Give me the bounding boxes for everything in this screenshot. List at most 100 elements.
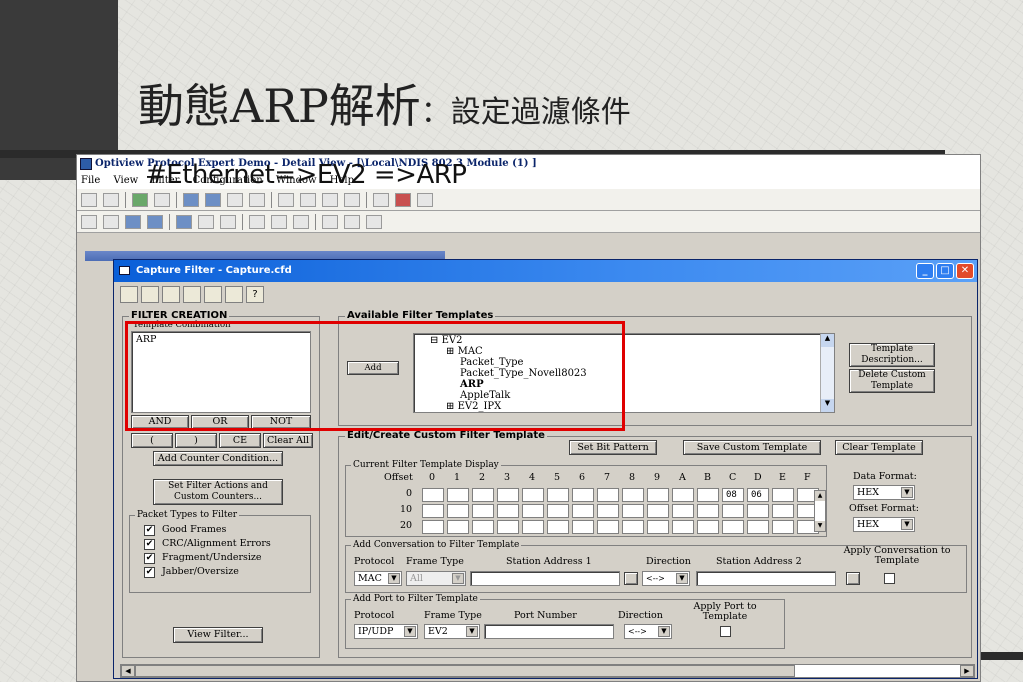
close-button[interactable]: ✕ — [956, 263, 974, 279]
tree-item-ev2[interactable]: ⊟ EV2 — [430, 335, 587, 346]
scroll-thumb[interactable] — [135, 665, 795, 677]
scroll-up-icon[interactable]: ▲ — [821, 334, 834, 347]
offset-cell[interactable] — [697, 520, 719, 534]
fragment-checkbox[interactable]: ✔ — [144, 553, 155, 564]
good-frames-checkbox[interactable]: ✔ — [144, 525, 155, 536]
offset-cell[interactable] — [572, 488, 594, 502]
tree-item-appletalk[interactable]: AppleTalk — [430, 390, 587, 401]
data-format-select[interactable]: HEX ▼ — [853, 485, 915, 500]
tiles-icon[interactable] — [220, 214, 236, 229]
conv-direction-select[interactable]: <--> ▼ — [642, 571, 690, 586]
clock-icon[interactable] — [366, 214, 382, 229]
minimize-button[interactable]: _ — [916, 263, 934, 279]
offset-cell[interactable] — [697, 488, 719, 502]
offset-cell[interactable] — [422, 504, 444, 518]
scroll-right-icon[interactable]: ▶ — [960, 665, 974, 677]
apply-port-checkbox[interactable] — [720, 626, 731, 637]
offset-cell[interactable] — [522, 504, 544, 518]
offset-cell[interactable]: 08 — [722, 488, 744, 502]
maximize-button[interactable]: □ — [936, 263, 954, 279]
port-direction-select[interactable]: <--> ▼ — [624, 624, 672, 639]
offset-cell[interactable] — [497, 520, 519, 534]
offset-cell[interactable]: 06 — [747, 488, 769, 502]
offset-cell[interactable] — [472, 520, 494, 534]
chevron-down-icon[interactable]: ▼ — [404, 626, 416, 637]
address-book-1-icon[interactable] — [624, 572, 638, 585]
help-icon[interactable] — [417, 192, 433, 207]
offset-cell[interactable] — [647, 520, 669, 534]
offset-cell[interactable] — [772, 504, 794, 518]
open-icon[interactable] — [141, 285, 159, 303]
save-icon[interactable] — [81, 192, 97, 207]
print-icon[interactable] — [103, 192, 119, 207]
chevron-down-icon[interactable]: ▼ — [466, 626, 478, 637]
scroll-down-icon[interactable]: ▼ — [815, 521, 825, 531]
port-number-input[interactable] — [484, 624, 614, 639]
offset-cell[interactable] — [547, 520, 569, 534]
scroll-down-icon[interactable]: ▼ — [821, 399, 834, 412]
offset-cell[interactable] — [597, 520, 619, 534]
offset-cell[interactable] — [522, 488, 544, 502]
offset-cell[interactable] — [647, 504, 669, 518]
offset-cell[interactable] — [672, 504, 694, 518]
columns-icon[interactable] — [198, 214, 214, 229]
address-book-2-icon[interactable] — [846, 572, 860, 585]
help-icon[interactable]: ? — [246, 285, 264, 303]
view-icon[interactable] — [81, 214, 97, 229]
offset-cell[interactable] — [672, 520, 694, 534]
offset-cell[interactable] — [697, 504, 719, 518]
align-icon[interactable] — [103, 214, 119, 229]
offset-cell[interactable] — [547, 488, 569, 502]
conv-protocol-select[interactable]: MAC ▼ — [354, 571, 402, 586]
offset-cell[interactable] — [722, 520, 744, 534]
offset-cell[interactable] — [772, 488, 794, 502]
delete-custom-template-button[interactable]: Delete Custom Template — [849, 369, 935, 393]
tree-item-mac[interactable]: ⊞ MAC — [430, 346, 587, 357]
tree-item-packet-type-novell[interactable]: Packet_Type_Novell8023 — [430, 368, 587, 379]
port-frame-type-select[interactable]: EV2 ▼ — [424, 624, 480, 639]
chevron-down-icon[interactable]: ▼ — [901, 519, 913, 530]
offset-cell[interactable] — [672, 488, 694, 502]
chevron-down-icon[interactable]: ▼ — [388, 573, 400, 584]
offset-cell[interactable] — [747, 504, 769, 518]
stop-icon[interactable] — [154, 192, 170, 207]
ce-button[interactable]: CE — [219, 433, 261, 448]
bar-chart-icon[interactable] — [125, 214, 141, 229]
tree-scrollbar[interactable]: ▲ ▼ — [820, 334, 834, 412]
chevron-down-icon[interactable]: ▼ — [452, 573, 464, 584]
set-bit-pattern-button[interactable]: Set Bit Pattern — [569, 440, 657, 455]
scroll-up-icon[interactable]: ▲ — [815, 491, 825, 501]
crc-errors-checkbox[interactable]: ✔ — [144, 539, 155, 550]
offset-cell[interactable] — [472, 504, 494, 518]
tree-expander[interactable]: ⊟ — [430, 335, 438, 346]
tree-item-packet-type[interactable]: Packet_Type — [430, 357, 587, 368]
detail-icon[interactable] — [249, 192, 265, 207]
chevron-down-icon[interactable]: ▼ — [901, 487, 913, 498]
chevron-down-icon[interactable]: ▼ — [676, 573, 688, 584]
jabber-checkbox[interactable]: ✔ — [144, 567, 155, 578]
save-icon[interactable] — [162, 285, 180, 303]
offset-cell[interactable] — [772, 520, 794, 534]
apply-conversation-checkbox[interactable] — [884, 573, 895, 584]
offset-cell[interactable] — [447, 520, 469, 534]
play-icon[interactable] — [132, 192, 148, 207]
offset-format-select[interactable]: HEX ▼ — [853, 517, 915, 532]
offset-cell[interactable] — [647, 488, 669, 502]
or-button[interactable]: OR — [191, 415, 249, 429]
tree-expander[interactable]: ⊞ — [446, 346, 454, 357]
save-custom-template-button[interactable]: Save Custom Template — [683, 440, 821, 455]
station-address-2-input[interactable] — [696, 571, 836, 586]
chevron-down-icon[interactable]: ▼ — [658, 626, 670, 637]
offset-cell[interactable] — [547, 504, 569, 518]
menu-view[interactable]: View — [113, 175, 138, 186]
add-template-button[interactable]: Add — [347, 361, 399, 375]
open-paren-button[interactable]: ( — [131, 433, 173, 448]
offset-cell[interactable] — [447, 488, 469, 502]
filter-icon[interactable] — [183, 285, 201, 303]
monitor-icon[interactable] — [176, 214, 192, 229]
offset-cell[interactable] — [597, 504, 619, 518]
clear-template-button[interactable]: Clear Template — [835, 440, 923, 455]
offset-cell[interactable] — [422, 520, 444, 534]
list-icon[interactable] — [225, 285, 243, 303]
not-button[interactable]: NOT — [251, 415, 311, 429]
